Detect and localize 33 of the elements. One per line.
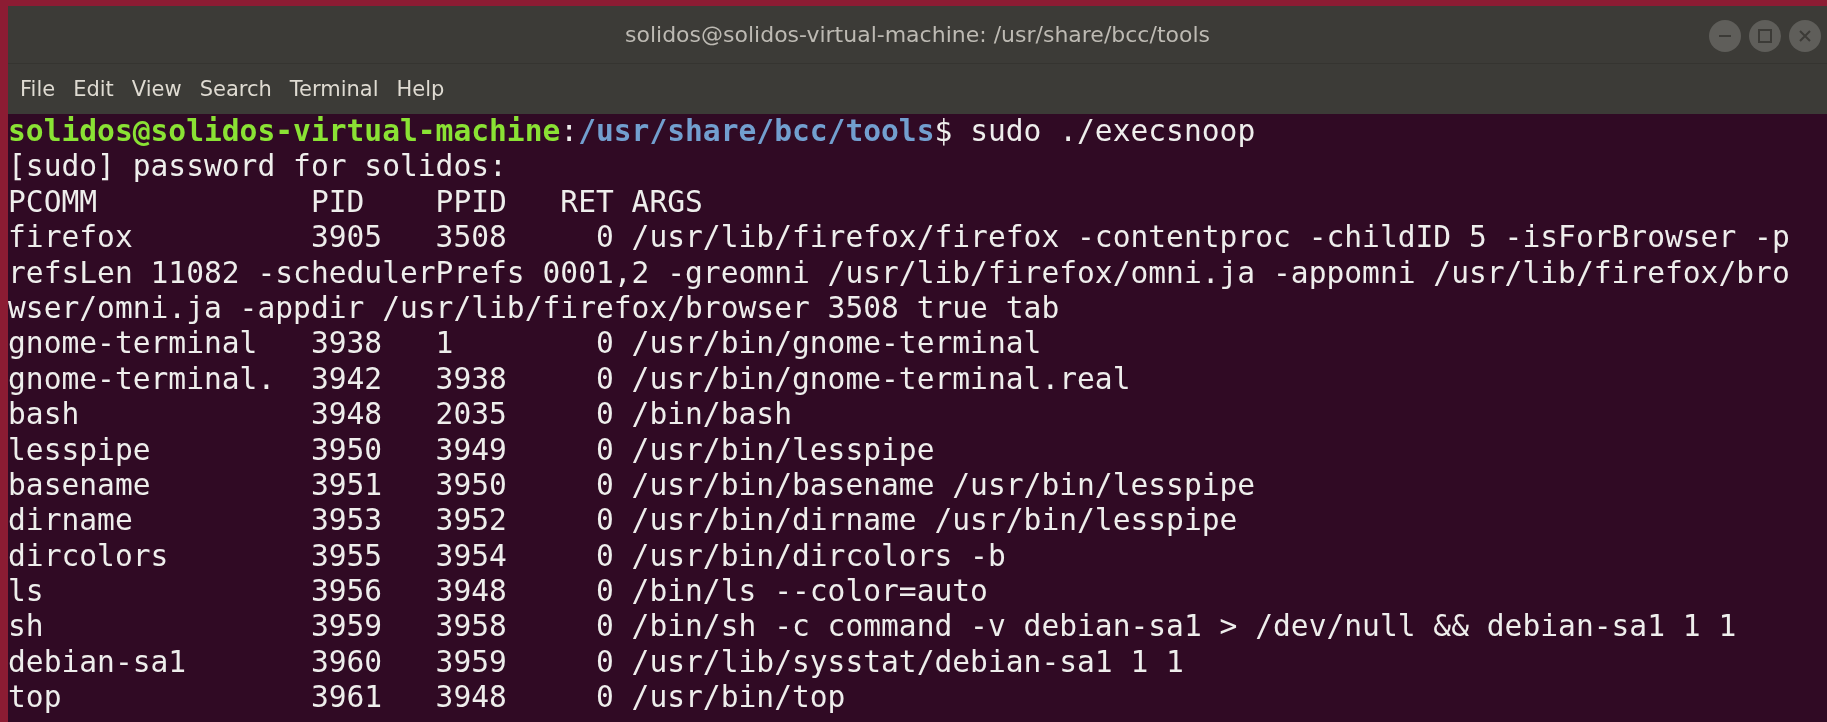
command-text: $ sudo ./execsnoop [934,114,1256,148]
minus-icon [1718,35,1732,37]
prompt-user: solidos@solidos-virtual-machine [8,114,561,148]
output-line: dirname 3953 3952 0 /usr/bin/dirname /usr/bin/lesspipe [8,503,1238,538]
close-icon [1799,30,1811,42]
output-line: bash 3948 2035 0 /bin/bash [8,397,792,432]
maximize-button[interactable] [1749,20,1781,52]
output-line: firefox 3905 3508 0 /usr/lib/firefox/firefox -contentproc -childID 5 -isForBrowser -p [8,220,1790,255]
output-line: top 3961 3948 0 /usr/bin/top [8,680,846,715]
output-line: wser/omni.ja -appdir /usr/lib/firefox/browser 3508 true tab [8,290,1060,325]
menu-item[interactable]: Edit [71,75,116,103]
output-line: lesspipe 3950 3949 0 /usr/bin/lesspipe [8,432,935,467]
output-line: refsLen 11082 -schedulerPrefs 0001,2 -greomni /usr/lib/firefox/omni.ja -appomni /usr/lib/firefox/bro [8,255,1790,290]
menu-item[interactable]: File [18,75,58,103]
minimize-button[interactable] [1709,20,1741,52]
output-line: debian-sa1 3960 3959 0 /usr/lib/sysstat/debian-sa1 1 1 [8,644,1184,679]
menu-item[interactable]: Search [197,75,274,103]
output-line: ls 3956 3948 0 /bin/ls --color=auto [8,574,988,609]
close-button[interactable] [1789,20,1821,52]
output-line: [sudo] password for solidos: [8,149,507,184]
menu-item[interactable]: View [129,75,184,103]
output-line: dircolors 3955 3954 0 /usr/bin/dircolors -b [8,538,1006,573]
output-line: basename 3951 3950 0 /usr/bin/basename /usr/bin/lesspipe [8,467,1256,502]
output-line: gnome-terminal 3938 1 0 /usr/bin/gnome-terminal [8,326,1042,361]
prompt-path: /usr/share/bcc/tools [578,114,935,148]
window-title: solidos@solidos-virtual-machine: /usr/share/bcc/tools [625,22,1210,47]
menu-item[interactable]: Help [394,75,447,103]
output-line: sh 3959 3958 0 /bin/sh -c command -v debian-sa1 > /dev/null && debian-sa1 1 1 [8,609,1737,644]
output-line: PCOMM PID PPID RET ARGS [8,184,703,219]
prompt-separator: : [560,114,579,148]
menu-item[interactable]: Terminal [287,75,381,103]
output-line: gnome-terminal. 3942 3938 0 /usr/bin/gnome-terminal.real [8,361,1131,396]
square-icon [1758,29,1772,43]
